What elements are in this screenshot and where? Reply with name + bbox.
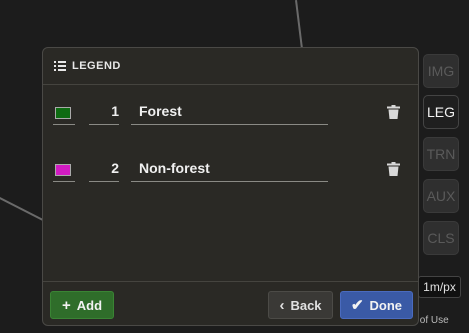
plus-icon: + bbox=[61, 296, 71, 314]
back-button-label: Back bbox=[290, 297, 322, 313]
toolbar-trn-button[interactable]: TRN bbox=[423, 137, 459, 171]
add-button-label: Add bbox=[76, 297, 103, 313]
done-button-label: Done bbox=[369, 297, 403, 313]
divider bbox=[89, 181, 119, 182]
toolbar-img-button[interactable]: IMG bbox=[423, 54, 459, 88]
chevron-left-icon: ‹ bbox=[279, 296, 285, 314]
toolbar-cls-button[interactable]: CLS bbox=[423, 221, 459, 255]
toolbar-aux-button[interactable]: AUX bbox=[423, 179, 459, 213]
divider bbox=[53, 181, 75, 182]
trash-icon[interactable] bbox=[387, 105, 400, 119]
divider bbox=[89, 124, 119, 125]
class-number-input[interactable]: 1 bbox=[89, 103, 119, 119]
divider bbox=[131, 124, 328, 125]
done-button[interactable]: ✔ Done bbox=[340, 291, 413, 319]
list-icon bbox=[54, 61, 66, 71]
divider bbox=[131, 181, 328, 182]
class-name-input[interactable]: Forest bbox=[139, 103, 182, 119]
add-button[interactable]: + Add bbox=[50, 291, 114, 319]
color-swatch[interactable] bbox=[55, 164, 71, 176]
map-line bbox=[0, 197, 45, 222]
toolbar-leg-button[interactable]: LEG bbox=[423, 95, 459, 129]
back-button[interactable]: ‹ Back bbox=[268, 291, 333, 319]
map-line bbox=[295, 0, 303, 49]
panel-title: LEGEND bbox=[72, 60, 121, 72]
legend-row: 2 Non-forest bbox=[43, 156, 418, 186]
trash-icon[interactable] bbox=[387, 162, 400, 176]
scale-indicator: 1m/px bbox=[418, 276, 461, 298]
divider bbox=[53, 124, 75, 125]
legend-row: 1 Forest bbox=[43, 99, 418, 129]
class-number-input[interactable]: 2 bbox=[89, 160, 119, 176]
check-icon: ✔ bbox=[350, 296, 364, 314]
legend-panel: LEGEND 1 Forest 2 Non-forest + Add ‹ Bac… bbox=[42, 47, 419, 326]
class-name-input[interactable]: Non-forest bbox=[139, 160, 210, 176]
panel-footer: + Add ‹ Back ✔ Done bbox=[43, 281, 418, 325]
color-swatch[interactable] bbox=[55, 107, 71, 119]
panel-header: LEGEND bbox=[43, 48, 418, 85]
